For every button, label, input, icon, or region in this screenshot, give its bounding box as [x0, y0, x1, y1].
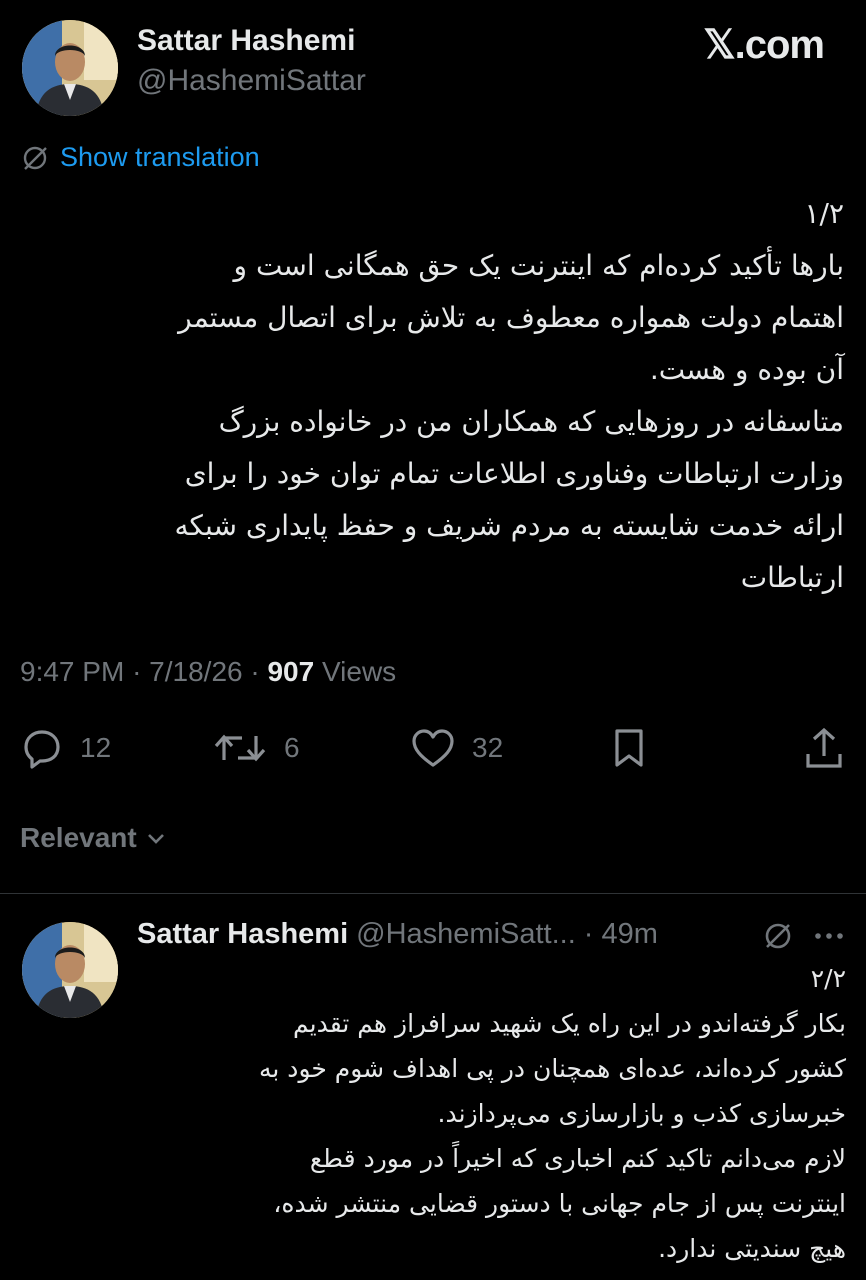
section-divider: [0, 893, 866, 894]
tweet-screenshot: Sattar Hashemi @HashemiSattar 𝕏.com Show…: [0, 0, 866, 1280]
tweet-date[interactable]: 7/18/26: [149, 656, 242, 687]
show-translation-label: Show translation: [60, 142, 260, 172]
meta-separator: ·: [132, 656, 142, 687]
tweet-text-line: وزارت ارتباطات وفناوری اطلاعات تمام توان…: [184, 457, 844, 490]
author-avatar[interactable]: [22, 20, 118, 116]
reply-text: ۲/۲ بکار گرفته‌اندو در این راه یک شهید س…: [126, 956, 846, 1271]
translate-icon[interactable]: [762, 920, 794, 952]
reply-text-line: لازم می‌دانم تاکید کنم اخباری که اخیراً …: [309, 1144, 846, 1173]
like-button[interactable]: 32: [410, 726, 503, 770]
tweet-text-line: اهتمام دولت همواره معطوف به تلاش برای ات…: [178, 301, 844, 334]
reply-count: 12: [80, 732, 112, 763]
tweet-text: ۱/۲ بارها تأکید کرده‌ام که اینترنت یک حق…: [14, 188, 844, 604]
bookmark-button[interactable]: [610, 726, 648, 770]
views-count: 907: [267, 656, 315, 687]
repost-count: 6: [284, 732, 300, 763]
tweet-meta: 9:47 PM · 7/18/26 · 907 Views: [20, 656, 396, 688]
tweet-text-line: ۱/۲: [804, 197, 844, 230]
sort-replies-dropdown[interactable]: Relevant: [20, 822, 167, 854]
reply-text-line: اینترنت پس از جام جهانی با دستور قضایی م…: [273, 1189, 846, 1218]
reply-text-line: بکار گرفته‌اندو در این راه یک شهید سرافر…: [293, 1009, 846, 1038]
share-button[interactable]: [802, 726, 846, 772]
chevron-down-icon: [147, 834, 164, 844]
reply-text-line: خبرسازی کذب و بازارسازی می‌پردازند.: [437, 1099, 846, 1128]
show-translation-link[interactable]: Show translation: [20, 142, 260, 173]
avatar-photo-icon: [22, 922, 118, 1018]
reply-button[interactable]: 12: [20, 726, 111, 770]
tweet-text-line: ارائه خدمت شایسته به مردم شریف و حفظ پای…: [174, 509, 844, 542]
avatar-photo-icon: [22, 20, 118, 116]
heart-icon: [412, 729, 454, 767]
reply-text-line: ۲/۲: [810, 964, 846, 993]
x-com-logo: 𝕏.com: [703, 23, 825, 67]
repost-icon: [214, 734, 266, 762]
tweet-text-line: ارتباطات: [740, 561, 844, 594]
author-handle[interactable]: @HashemiSattar: [137, 64, 366, 98]
meta-separator: ·: [250, 656, 260, 687]
tweet-text-line: بارها تأکید کرده‌ام که اینترنت یک حق همگ…: [233, 249, 844, 282]
sort-label: Relevant: [20, 822, 137, 853]
meta-separator: ·: [583, 918, 594, 950]
repost-button[interactable]: 6: [212, 726, 300, 770]
reply-author-avatar[interactable]: [22, 922, 118, 1018]
reply-text-line: کشور کرده‌اند، عده‌ای همچنان در پی اهداف…: [259, 1054, 846, 1083]
reply-time[interactable]: 49m: [601, 918, 657, 951]
reply-text-line: هیچ سندیتی ندارد.: [658, 1234, 846, 1263]
reply-icon: [24, 730, 60, 769]
tweet-actions: 12 6 32: [20, 726, 846, 774]
author-name[interactable]: Sattar Hashemi: [137, 24, 355, 58]
tweet-text-line: متاسفانه در روزهایی که همکاران من در خان…: [218, 405, 844, 438]
bookmark-icon: [615, 729, 643, 767]
reply-tools: [762, 920, 844, 952]
translate-icon: [23, 146, 47, 170]
reply-author-name[interactable]: Sattar Hashemi: [137, 918, 348, 951]
like-count: 32: [472, 732, 504, 763]
tweet-time[interactable]: 9:47 PM: [20, 656, 124, 687]
views-label: Views: [321, 656, 397, 687]
share-icon: [806, 727, 842, 768]
reply-header: Sattar Hashemi @HashemiSatt... · 49m: [137, 918, 658, 951]
tweet-text-line: آن بوده و هست.: [649, 353, 844, 386]
reply-author-handle[interactable]: @HashemiSatt...: [356, 918, 576, 951]
more-options-icon[interactable]: [814, 931, 844, 941]
